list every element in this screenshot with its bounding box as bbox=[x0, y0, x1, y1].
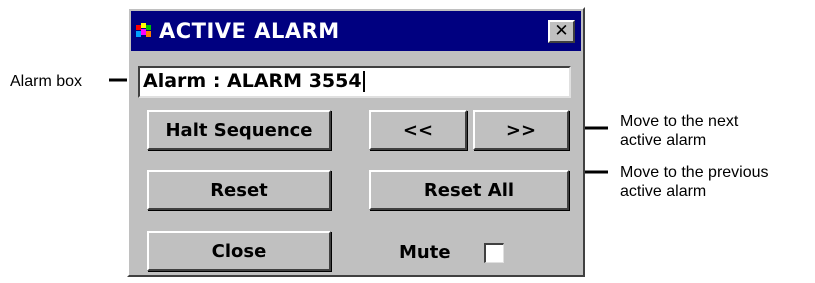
mute-checkbox[interactable] bbox=[484, 243, 504, 263]
reset-label: Reset bbox=[210, 179, 268, 201]
app-icon bbox=[135, 22, 153, 40]
active-alarm-window: ACTIVE ALARM ✕ Alarm : ALARM 3554 Halt S… bbox=[127, 7, 585, 277]
alarm-field-value: Alarm : ALARM 3554 bbox=[143, 70, 362, 92]
halt-sequence-label: Halt Sequence bbox=[165, 119, 313, 141]
next-alarm-button[interactable]: >> bbox=[473, 110, 569, 150]
alarm-box-callout: Alarm box bbox=[10, 73, 83, 90]
next-alarm-callout-line1: Move to the next bbox=[620, 113, 739, 130]
close-label: Close bbox=[211, 240, 267, 262]
previous-alarm-callout-line1: Move to the previous bbox=[620, 164, 769, 181]
reset-button[interactable]: Reset bbox=[147, 170, 331, 210]
reset-all-button[interactable]: Reset All bbox=[369, 170, 569, 210]
reset-all-label: Reset All bbox=[423, 179, 515, 201]
previous-alarm-label: << bbox=[402, 119, 434, 141]
close-window-button[interactable]: ✕ bbox=[548, 20, 575, 43]
mute-label: Mute bbox=[399, 242, 451, 263]
close-icon: ✕ bbox=[554, 21, 569, 41]
previous-alarm-button[interactable]: << bbox=[369, 110, 467, 150]
close-button[interactable]: Close bbox=[147, 231, 331, 271]
previous-alarm-callout-line2: active alarm bbox=[620, 183, 707, 200]
alarm-field[interactable]: Alarm : ALARM 3554 bbox=[138, 66, 571, 98]
window-title: ACTIVE ALARM bbox=[159, 19, 340, 43]
halt-sequence-button[interactable]: Halt Sequence bbox=[147, 110, 331, 150]
title-bar[interactable]: ACTIVE ALARM ✕ bbox=[131, 11, 581, 51]
text-caret bbox=[362, 71, 365, 92]
previous-alarm-callout: Move to the previous active alarm bbox=[620, 163, 769, 201]
next-alarm-callout: Move to the next active alarm bbox=[620, 112, 738, 150]
next-alarm-label: >> bbox=[505, 119, 537, 141]
next-alarm-callout-line2: active alarm bbox=[620, 132, 707, 149]
